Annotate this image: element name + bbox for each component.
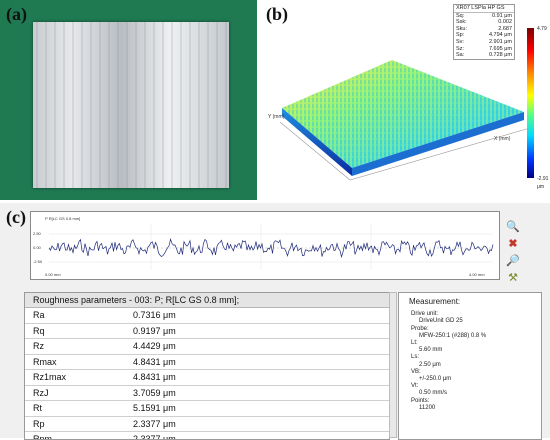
- table-row[interactable]: Rz1max 4.8431 μm: [25, 370, 389, 386]
- stat-row: Sa: 0.728 μm: [456, 52, 512, 59]
- x-axis-label: X (mm): [494, 136, 511, 142]
- table-title: Roughness parameters - 003: P; R[LC GS 0…: [25, 293, 389, 308]
- stat-row: Sp: 4.794 μm: [456, 32, 512, 39]
- panel-label-c: (c): [6, 207, 26, 227]
- vb-label: VB:: [411, 368, 421, 375]
- table-row[interactable]: Ra 0.7316 μm: [25, 308, 389, 324]
- ls-value: 2.50 μm: [419, 361, 441, 368]
- lt-value: 5.60 mm: [419, 347, 443, 354]
- ribbed-metal-plate: [33, 22, 229, 188]
- profile-plot: P R[LC GS 0.8 mm] 2.50 0.00 -2.50 0.00 m…: [30, 211, 500, 280]
- roughness-parameters-table: Roughness parameters - 003: P; R[LC GS 0…: [24, 292, 390, 440]
- x-end-label: 4.00 mm: [469, 272, 485, 277]
- y-axis-label: Y (mm): [268, 114, 285, 120]
- colorbar-max: 4.79: [537, 26, 547, 32]
- table-scrollbar[interactable]: [389, 292, 397, 438]
- surface-stats-box: XR07 LSPla HP GS Sq: 0.91 μm Ssk: 0.002 Sk…: [453, 4, 515, 60]
- profile-label: P R[LC GS 0.8 mm]: [45, 216, 80, 221]
- y-tick-bottom: -2.50: [33, 259, 43, 264]
- table-row[interactable]: Rmax 4.8431 μm: [25, 355, 389, 370]
- table-row[interactable]: Rpm 2.3377 μm: [25, 432, 389, 439]
- y-tick-top: 2.50: [33, 231, 42, 236]
- colorbar-unit: μm: [537, 184, 545, 190]
- table-row[interactable]: Rp 2.3377 μm: [25, 417, 389, 432]
- stat-row: Sz: 7.695 μm: [456, 45, 512, 52]
- probe-value: MFW-250:1 (#288) 0.8 %: [419, 332, 487, 339]
- stat-row: Sv: 2.901 μm: [456, 38, 512, 45]
- table-row[interactable]: Rq 0.9197 μm: [25, 324, 389, 339]
- height-colorbar: [527, 28, 534, 178]
- ls-label: Ls:: [411, 354, 420, 361]
- measurement-panel: Measurement: Drive unit: DriveUnit GD 25…: [398, 292, 542, 440]
- stat-row: Sku: 2.687: [456, 25, 512, 32]
- vb-value: +/-250.0 μm: [419, 376, 452, 383]
- close-icon[interactable]: ✖: [505, 236, 521, 252]
- zoom-icon[interactable]: 🔍: [505, 219, 521, 235]
- colorbar-min: -2.91: [537, 176, 549, 182]
- points-value: 11200: [419, 404, 436, 411]
- table-row[interactable]: Rz 4.4429 μm: [25, 339, 389, 355]
- points-label: Points:: [411, 397, 430, 404]
- x-start-label: 0.00 mm: [45, 272, 61, 277]
- vt-label: Vt:: [411, 383, 419, 390]
- table-row[interactable]: RzJ 3.7059 μm: [25, 386, 389, 401]
- sample-name: XR07 LSPla HP GS: [454, 5, 514, 13]
- drive-unit-label: Drive unit:: [411, 311, 439, 318]
- profile-graphic: P R[LC GS 0.8 mm] 2.50 0.00 -2.50 0.00 m…: [33, 216, 494, 277]
- stat-row: Ssk: 0.002: [456, 19, 512, 26]
- panel-label-a: (a): [6, 4, 27, 24]
- measurement-title: Measurement:: [409, 297, 461, 306]
- vt-value: 0.50 mm/s: [419, 390, 448, 397]
- drive-unit-value: DriveUnit GD 25: [419, 318, 463, 325]
- sample-photo: [0, 0, 257, 200]
- zoom-out-icon[interactable]: 🔎: [505, 253, 521, 269]
- lt-label: Lt:: [411, 340, 418, 347]
- tools-icon[interactable]: ⚒: [505, 270, 521, 286]
- stat-row: Sq: 0.91 μm: [456, 12, 512, 19]
- y-tick-mid: 0.00: [33, 245, 42, 250]
- panel-label-b: (b): [266, 4, 288, 24]
- probe-label: Probe:: [411, 325, 429, 332]
- table-row[interactable]: Rt 5.1591 μm: [25, 401, 389, 417]
